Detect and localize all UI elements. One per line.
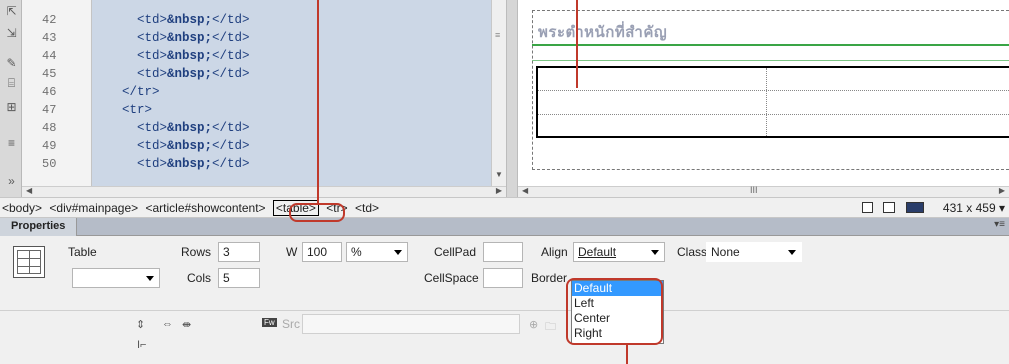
table-icon [13, 246, 45, 278]
tag-selector-bar: <body> <div#mainpage> <article#showconte… [0, 197, 1009, 218]
scroll-right-icon[interactable]: ▶ [999, 186, 1005, 195]
format-icon[interactable]: ⌸ [4, 76, 19, 91]
code-line[interactable]: <td>&nbsp;</td> [92, 120, 250, 137]
rows-label: Rows [181, 245, 212, 259]
mobile-size-icon[interactable] [862, 202, 873, 213]
code-vertical-scrollbar[interactable]: ≡ ▼ [491, 0, 506, 186]
align-label: Align [541, 245, 568, 259]
rows-input[interactable]: 3 [218, 242, 260, 262]
desktop-size-icon[interactable] [906, 202, 924, 213]
table-width-guide [532, 44, 1009, 46]
table-id-select[interactable] [72, 268, 160, 288]
tag-body[interactable]: <body> [2, 201, 42, 215]
expand-icon[interactable]: ⇲ [4, 26, 19, 41]
callout-line [576, 0, 578, 88]
code-line[interactable]: <tr> [92, 102, 152, 119]
code-line[interactable]: <td>&nbsp;</td> [92, 30, 250, 47]
view-splitter[interactable] [506, 0, 518, 197]
class-label: Class [677, 245, 708, 259]
clear-column-widths-icon[interactable]: I⌐ [137, 339, 146, 351]
scroll-right-icon[interactable]: ▶ [496, 186, 502, 195]
cols-label: Cols [187, 271, 212, 285]
code-line[interactable]: <td>&nbsp;</td> [92, 48, 250, 65]
line-number: 43 [42, 31, 57, 45]
editor-area: ⇱ ⇲ ✎ ⌸ ⊞ ≡ » 42 43 44 45 46 47 48 49 50… [0, 0, 1009, 197]
scroll-grip-icon: ≡ [495, 30, 501, 40]
design-heading: พระตำหนักที่สำคัญ [538, 23, 668, 41]
line-number: 47 [42, 103, 57, 117]
coding-toolbar: ⇱ ⇲ ✎ ⌸ ⊞ ≡ » [0, 0, 22, 197]
design-view[interactable]: พระตำหนักที่สำคัญ [518, 0, 1009, 186]
pen-icon[interactable]: ✎ [4, 56, 19, 71]
line-number: 50 [42, 157, 57, 171]
cellspace-label: CellSpace [424, 271, 479, 285]
convert-widths-pixels-icon[interactable]: ⇔ [162, 318, 173, 330]
code-line[interactable]: <td>&nbsp;</td> [92, 12, 250, 29]
selected-table[interactable] [536, 66, 1009, 138]
line-number: 48 [42, 121, 57, 135]
convert-widths-percent-icon[interactable]: ⇼ [182, 318, 191, 331]
tag-div-mainpage[interactable]: <div#mainpage> [49, 201, 138, 215]
src-input [302, 314, 520, 334]
code-line[interactable]: <td>&nbsp;</td> [92, 138, 250, 155]
line-number: 45 [42, 67, 57, 81]
column-guide [532, 60, 1009, 61]
line-number: 42 [42, 13, 57, 27]
scroll-grip[interactable]: III [750, 185, 758, 195]
more-icon[interactable]: » [4, 174, 19, 189]
scroll-left-icon[interactable]: ◀ [26, 186, 32, 195]
line-number: 49 [42, 139, 57, 153]
cellspace-input[interactable] [483, 268, 523, 288]
border-label: Border [531, 271, 568, 285]
panel-divider [0, 310, 1009, 311]
design-horizontal-scrollbar[interactable]: ◀ III ▶ [518, 185, 1009, 197]
align-select[interactable]: Default [573, 242, 665, 262]
line-number-gutter: 42 43 44 45 46 47 48 49 50 [22, 0, 92, 186]
width-input[interactable]: 100 [302, 242, 342, 262]
table-row-divider [538, 90, 1009, 91]
src-label: Src [282, 317, 300, 331]
class-select[interactable]: None [706, 242, 802, 262]
properties-header: Properties ▾≡ [0, 218, 1009, 236]
point-to-file-icon[interactable]: ⊕ [529, 318, 538, 331]
cellpad-input[interactable] [483, 242, 523, 262]
width-label: W [286, 245, 298, 259]
code-line[interactable]: <td>&nbsp;</td> [92, 156, 250, 173]
cols-input[interactable]: 5 [218, 268, 260, 288]
fireworks-icon[interactable]: Fw [262, 318, 277, 327]
element-type-label: Table [68, 245, 97, 259]
code-line[interactable]: </tr> [92, 84, 160, 101]
callout-line [317, 0, 319, 204]
properties-tab[interactable]: Properties [0, 218, 78, 236]
window-size-readout[interactable]: 431 x 459 ▾ [943, 201, 1005, 215]
panel-menu-icon[interactable]: ▾≡ [994, 219, 1005, 230]
table-col-divider [766, 68, 767, 136]
callout-line [626, 345, 628, 364]
code-line[interactable]: <td>&nbsp;</td> [92, 66, 250, 83]
align-options-highlight [566, 278, 663, 345]
indent-icon[interactable]: ⊞ [4, 100, 19, 115]
tag-article-showcontent[interactable]: <article#showcontent> [145, 201, 265, 215]
code-view[interactable]: <td>&nbsp;</td> <td>&nbsp;</td> <td>&nbs… [92, 0, 491, 186]
scroll-left-icon[interactable]: ◀ [522, 186, 528, 195]
clear-row-heights-icon[interactable]: ⇕ [136, 318, 145, 331]
table-tag-highlight [289, 203, 345, 222]
width-unit-select[interactable]: % [346, 242, 408, 262]
scroll-down-icon[interactable]: ▼ [495, 170, 503, 179]
comment-icon[interactable]: ≡ [4, 136, 19, 151]
line-number: 46 [42, 85, 57, 99]
collapse-tag-icon[interactable]: ⇱ [4, 4, 19, 19]
tag-td[interactable]: <td> [355, 201, 379, 215]
line-number: 44 [42, 49, 57, 63]
properties-panel: Properties ▾≡ Table Rows 3 Cols 5 W 100 … [0, 218, 1009, 364]
tablet-size-icon[interactable] [883, 202, 895, 213]
code-horizontal-scrollbar[interactable]: ◀ ▶ [22, 186, 506, 197]
browse-folder-icon[interactable]: 🗀 [545, 318, 556, 337]
cellpad-label: CellPad [434, 245, 477, 259]
table-row-divider [538, 114, 1009, 115]
